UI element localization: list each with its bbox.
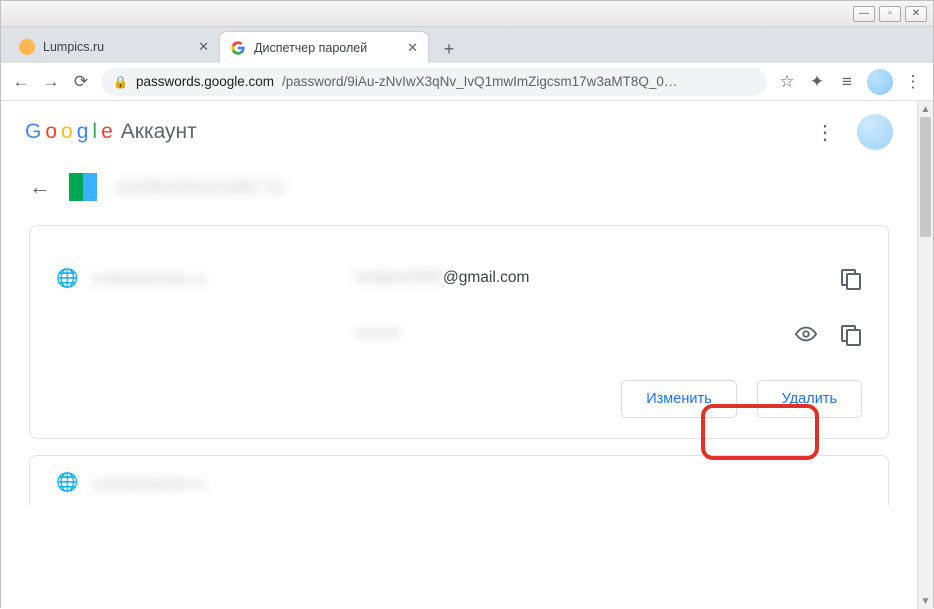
logo-letter: o — [61, 120, 73, 144]
new-tab-button[interactable]: + — [435, 35, 463, 63]
tab-favicon-icon — [230, 40, 246, 56]
window-minimize-button[interactable]: — — [853, 6, 875, 22]
tab-title: Lumpics.ru — [43, 40, 104, 54]
tab-title: Диспетчер паролей — [254, 41, 367, 55]
google-logo: Google Аккаунт — [25, 120, 197, 144]
copy-username-button[interactable] — [838, 266, 862, 290]
address-bar[interactable]: 🔒 passwords.google.com /password/9iAu-zN… — [101, 68, 767, 96]
copy-icon — [841, 269, 859, 287]
google-account-header: Google Аккаунт ⋮ — [1, 101, 917, 163]
back-arrow-button[interactable]: ← — [29, 174, 51, 200]
delete-button[interactable]: Удалить — [757, 380, 862, 418]
card-buttons-row: Изменить Удалить — [56, 380, 862, 418]
url-host: passwords.google.com — [136, 74, 274, 89]
show-password-button[interactable] — [794, 322, 818, 346]
close-icon[interactable]: ✕ — [407, 40, 418, 56]
username-value-blur: lumpics2020 — [356, 269, 443, 287]
page-title-row: ← contentmonster ru — [1, 163, 917, 225]
password-value-blur: •••••••• — [356, 325, 399, 343]
lock-icon: 🔒 — [113, 75, 128, 89]
window-titlebar: — ▫ ✕ — [1, 1, 933, 27]
extensions-icon[interactable]: ✦ — [807, 72, 827, 92]
reload-button[interactable]: ⟳ — [71, 72, 91, 92]
scroll-down-arrow-icon[interactable]: ▼ — [918, 593, 933, 609]
logo-letter: G — [25, 120, 41, 144]
back-button[interactable]: ← — [11, 72, 31, 92]
site-domain: contentmonster.ru — [92, 475, 204, 491]
vertical-scrollbar[interactable]: ▲ ▼ — [917, 101, 933, 609]
password-row: •••••••• — [56, 306, 862, 362]
chrome-menu-icon[interactable]: ⋮ — [903, 72, 923, 92]
url-path: /password/9iAu-zNvIwX3qNv_IvQ1mwImZigcsm… — [282, 74, 677, 89]
globe-icon: 🌐 — [56, 268, 78, 289]
tab-password-manager[interactable]: Диспетчер паролей ✕ — [219, 31, 429, 63]
forward-button[interactable]: → — [41, 72, 61, 92]
site-favicon-icon — [69, 173, 97, 201]
account-label: Аккаунт — [121, 120, 197, 144]
copy-icon — [841, 325, 859, 343]
account-avatar[interactable] — [857, 114, 893, 150]
logo-letter: o — [45, 120, 57, 144]
tab-favicon-icon — [19, 39, 35, 55]
browser-toolbar: ← → ⟳ 🔒 passwords.google.com /password/9… — [1, 63, 933, 101]
header-more-icon[interactable]: ⋮ — [815, 120, 835, 145]
site-domain: contentmonster ru — [92, 270, 205, 286]
bookmark-star-icon[interactable]: ☆ — [777, 72, 797, 92]
globe-icon: 🌐 — [56, 472, 78, 493]
profile-avatar[interactable] — [867, 69, 893, 95]
logo-letter: g — [77, 120, 89, 144]
scroll-thumb[interactable] — [920, 117, 931, 237]
site-name: contentmonster ru — [115, 175, 284, 199]
scroll-up-arrow-icon[interactable]: ▲ — [918, 101, 933, 117]
window-close-button[interactable]: ✕ — [905, 6, 927, 22]
browser-tab-strip: Lumpics.ru ✕ Диспетчер паролей ✕ + — [1, 27, 933, 63]
page-content: Google Аккаунт ⋮ ← contentmonster ru 🌐 c… — [1, 101, 933, 609]
next-credential-card: 🌐 contentmonster.ru — [29, 455, 889, 505]
close-icon[interactable]: ✕ — [198, 39, 209, 55]
username-row: 🌐 contentmonster ru lumpics2020 @gmail.c… — [56, 250, 862, 306]
credential-card: 🌐 contentmonster ru lumpics2020 @gmail.c… — [29, 225, 889, 439]
logo-letter: l — [92, 120, 97, 144]
copy-password-button[interactable] — [838, 322, 862, 346]
edit-button[interactable]: Изменить — [621, 380, 736, 418]
tab-lumpics[interactable]: Lumpics.ru ✕ — [9, 31, 219, 63]
logo-letter: e — [101, 120, 113, 144]
window-maximize-button[interactable]: ▫ — [879, 6, 901, 22]
reading-list-icon[interactable]: ≡ — [837, 72, 857, 92]
eye-icon — [795, 323, 817, 345]
username-suffix: @gmail.com — [443, 269, 529, 287]
